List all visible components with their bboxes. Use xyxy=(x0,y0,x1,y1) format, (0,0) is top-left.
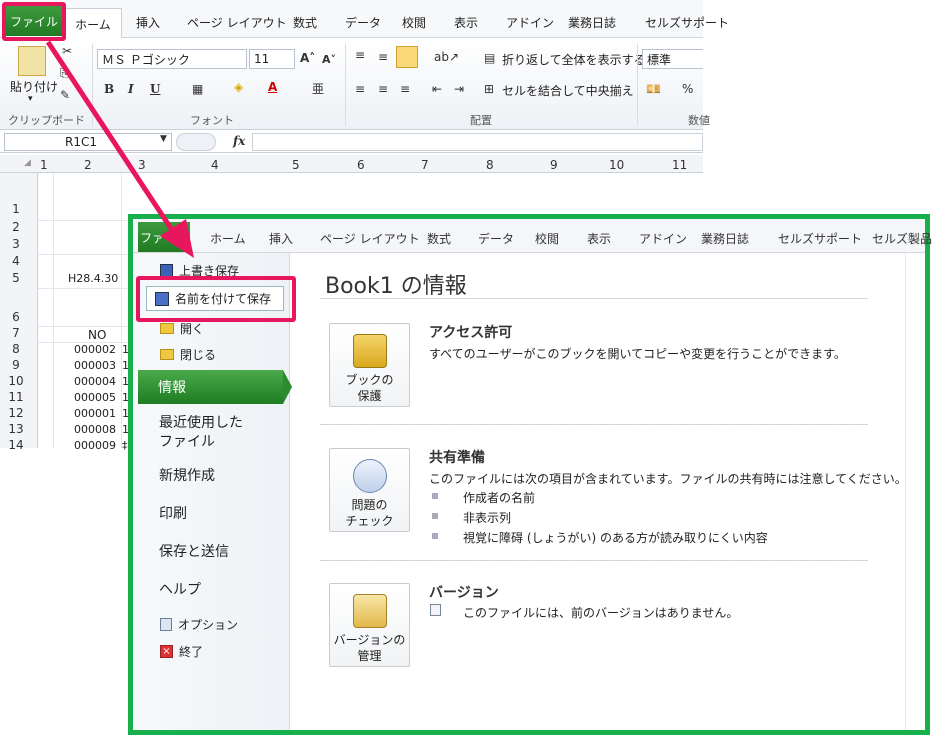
arrow-shaft xyxy=(45,40,175,232)
arrow-head xyxy=(160,219,194,258)
callout-arrow xyxy=(45,40,194,258)
